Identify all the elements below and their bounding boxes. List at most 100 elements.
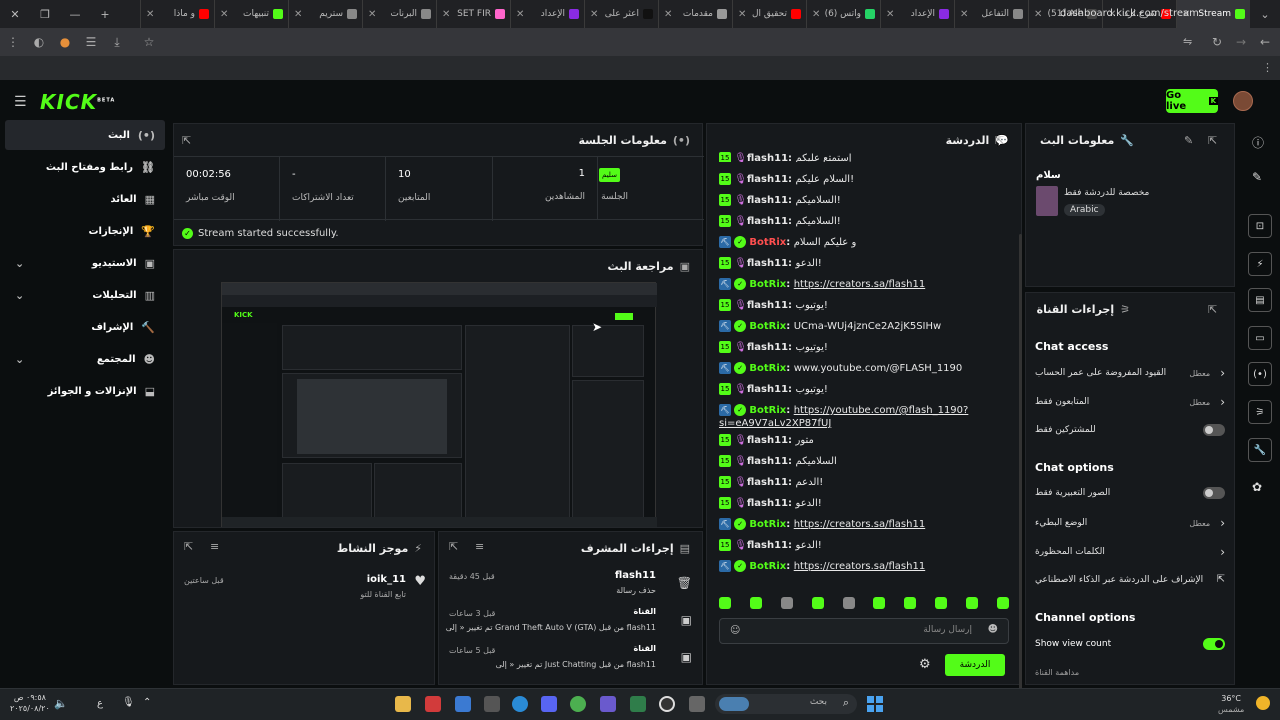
browser-tab[interactable]: ✕ ستريم xyxy=(288,0,362,28)
emoji-icon[interactable]: ☺ xyxy=(730,625,740,636)
tab-close-icon[interactable]: ✕ xyxy=(886,9,894,20)
document-icon[interactable]: ▤ xyxy=(1248,288,1272,312)
channel-option-row[interactable]: المتابعون فقط معطل › xyxy=(1035,395,1225,409)
menu-icon[interactable]: ⋮ xyxy=(0,35,26,49)
language-indicator[interactable]: ع xyxy=(97,698,103,709)
chat-settings-gear-icon[interactable]: ⚙ xyxy=(919,657,931,672)
tab-close-icon[interactable]: ✕ xyxy=(220,9,228,20)
emote-icon[interactable] xyxy=(842,597,855,609)
browser-tab[interactable]: ✕ اعثر على xyxy=(584,0,658,28)
emote-icon[interactable] xyxy=(719,597,731,609)
chat-input[interactable]: ☺ إرسال رسالة ☻ xyxy=(719,618,1009,644)
popout-icon[interactable]: ⇱ xyxy=(182,134,191,147)
browser-tab[interactable]: ✕ و ماذا xyxy=(140,0,214,28)
chat-username[interactable]: flash11 xyxy=(747,153,788,162)
back-icon[interactable]: ← xyxy=(1260,35,1270,49)
tab-close-icon[interactable]: ✕ xyxy=(590,9,598,20)
sidebar-item[interactable]: ⌄ الاستيديو ▣ xyxy=(5,248,165,278)
chat-link[interactable]: https://creators.sa/flash11 xyxy=(794,561,925,572)
site-settings-icon[interactable]: ⇋ xyxy=(1183,35,1192,48)
emote-icon[interactable] xyxy=(780,597,793,609)
mail-icon[interactable] xyxy=(455,696,471,712)
avatar[interactable] xyxy=(1233,91,1253,111)
popout-icon[interactable]: ⇱ xyxy=(1208,303,1217,316)
sidebar-item[interactable]: العائد ▦ xyxy=(5,184,165,214)
close-window-icon[interactable]: ✕ xyxy=(0,8,30,21)
hamburger-menu-icon[interactable]: ☰ xyxy=(14,94,27,110)
emote-icon[interactable] xyxy=(873,597,886,609)
show-view-count-toggle[interactable] xyxy=(1203,638,1225,650)
chat-username[interactable]: BotRix xyxy=(749,405,786,416)
broadcast-icon[interactable]: (•) xyxy=(1248,362,1272,386)
taskbar-search[interactable]: بحث ⌕ xyxy=(715,694,857,714)
tab-close-icon[interactable]: ✕ xyxy=(664,9,672,20)
chat-send-button[interactable]: الدردشة xyxy=(945,654,1005,676)
screenshot-icon[interactable]: ⊡ xyxy=(1248,214,1272,238)
chat-username[interactable]: flash11 xyxy=(747,300,788,311)
chevron-down-icon[interactable]: ⌄ xyxy=(15,289,24,302)
browser-tab[interactable]: ✕ مقدمات xyxy=(658,0,732,28)
browser-tab[interactable]: ✕ SET FIR xyxy=(436,0,510,28)
chat-username[interactable]: flash11 xyxy=(747,456,788,467)
sidebar-item[interactable]: الإشراف 🔨 xyxy=(5,312,165,342)
chat-username[interactable]: BotRix xyxy=(749,519,786,530)
tab-close-icon[interactable]: ✕ xyxy=(1034,9,1042,20)
chevron-down-icon[interactable]: ⌄ xyxy=(15,257,24,270)
url-text[interactable]: dashboard.kick.com/stream xyxy=(1060,8,1199,19)
discord-icon[interactable] xyxy=(541,696,557,712)
channel-icon[interactable]: ⚞ xyxy=(1248,400,1272,424)
emote-icon[interactable] xyxy=(904,597,917,609)
channel-option-row[interactable]: الوضع البطيء معطل › xyxy=(1035,516,1225,530)
sidebar-item[interactable]: الإنجازات 🏆 xyxy=(5,216,165,246)
sidebar-item[interactable]: ⌄ المجتمع ☻ xyxy=(5,344,165,374)
tab-close-icon[interactable]: ✕ xyxy=(146,9,154,20)
chat-username[interactable]: flash11 xyxy=(747,195,788,206)
file-explorer-icon[interactable] xyxy=(395,696,411,712)
channel-option-row[interactable]: الكلمات المحظورة › xyxy=(1035,545,1225,559)
obs-icon[interactable] xyxy=(659,696,675,712)
emote-icon[interactable] xyxy=(966,597,978,609)
chat-username[interactable]: flash11 xyxy=(747,384,788,395)
app-icon-red[interactable] xyxy=(425,696,441,712)
chat-username[interactable]: flash11 xyxy=(747,498,788,509)
reload-icon[interactable]: ↻ xyxy=(1212,35,1222,49)
channel-option-row[interactable]: القيود المفروضة على عمر الحساب معطل › xyxy=(1035,366,1225,380)
browser-tab[interactable]: ✕ تحقيق ال xyxy=(732,0,806,28)
emote-icon[interactable] xyxy=(935,597,948,609)
emote-icon[interactable] xyxy=(811,597,824,609)
chat-username[interactable]: flash11 xyxy=(747,258,788,269)
edge-icon[interactable] xyxy=(512,696,528,712)
weather-widget[interactable]: 36°C مشمس xyxy=(1218,693,1244,715)
tray-chevron-icon[interactable]: ⌃ xyxy=(143,697,151,708)
sidebar-item[interactable]: ⌄ التحليلات ▥ xyxy=(5,280,165,310)
tab-close-icon[interactable]: ✕ xyxy=(294,9,302,20)
popout-icon[interactable]: ⇱ xyxy=(995,134,1004,147)
channel-option-row[interactable]: الإشراف على الدردشة عبر الذكاء الاصطناعي… xyxy=(1035,574,1225,585)
forward-icon[interactable]: → xyxy=(1236,35,1246,49)
chevron-down-icon[interactable]: ⌄ xyxy=(15,353,24,366)
sliders-icon[interactable]: ☰ xyxy=(78,35,104,49)
chat-icon[interactable]: ▭ xyxy=(1248,326,1272,350)
filter-icon[interactable]: ≡ xyxy=(210,540,219,553)
chat-username[interactable]: flash11 xyxy=(747,435,788,446)
chat-username[interactable]: BotRix xyxy=(749,279,786,290)
popout-icon[interactable]: ⇱ xyxy=(184,540,193,553)
chrome-icon[interactable] xyxy=(570,696,586,712)
app-icon-green[interactable] xyxy=(630,696,646,712)
minimize-window-icon[interactable]: — xyxy=(60,8,90,21)
browser-tab[interactable]: ✕ تنبيهات xyxy=(214,0,288,28)
tab-close-icon[interactable]: ✕ xyxy=(812,9,820,20)
chat-link[interactable]: https://creators.sa/flash11 xyxy=(794,279,925,290)
profile-icon[interactable]: ● xyxy=(52,35,78,49)
cookie-icon[interactable]: ✿ xyxy=(1252,480,1262,494)
extension-icon[interactable]: ◐ xyxy=(26,35,52,49)
chat-username[interactable]: flash11 xyxy=(747,477,788,488)
channel-option-row[interactable]: الصور التعبيرية فقط xyxy=(1035,487,1225,499)
stream-preview-video[interactable]: KICK xyxy=(221,282,657,527)
channel-option-row[interactable]: للمشتركين فقط xyxy=(1035,424,1225,436)
chat-username[interactable]: flash11 xyxy=(747,540,788,551)
chat-username[interactable]: flash11 xyxy=(747,342,788,353)
taskbar-clock[interactable]: ٠٩:٥٨ ص ٢٠٢٥/٠٨/٢٠ xyxy=(10,692,50,714)
option-toggle[interactable] xyxy=(1203,424,1225,436)
edit-icon[interactable]: ✎ xyxy=(1252,170,1262,184)
